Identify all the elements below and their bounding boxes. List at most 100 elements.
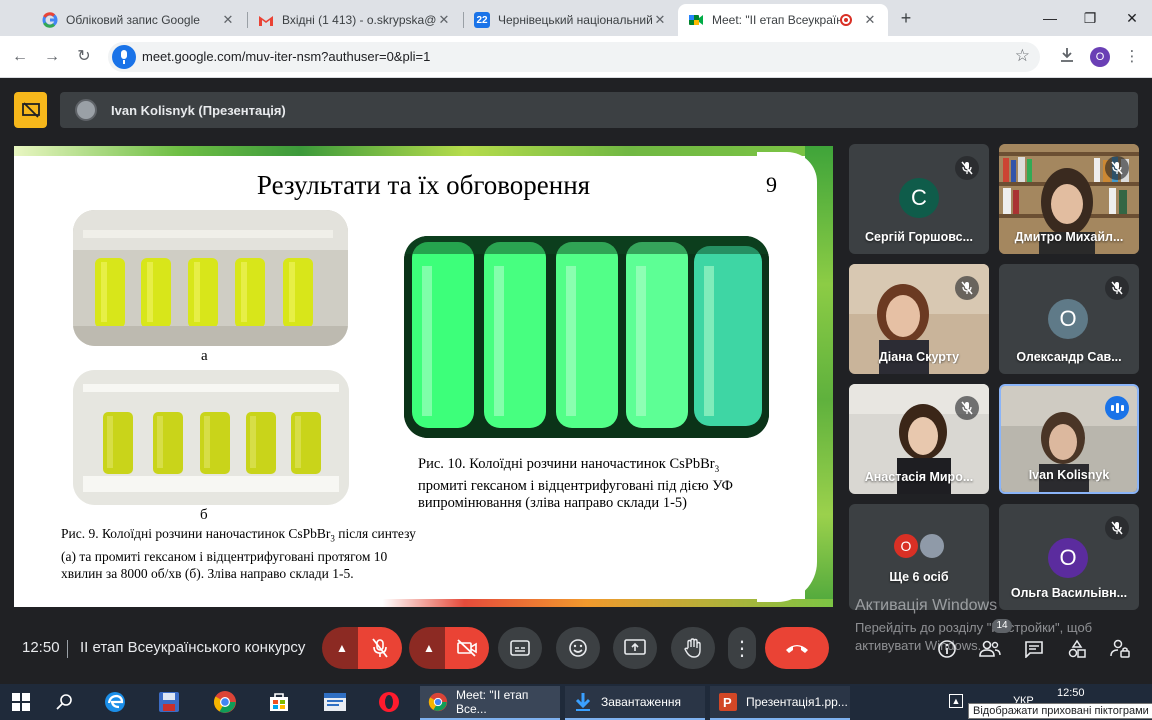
participant-tile[interactable]: Дмитро Михайл... (999, 144, 1139, 254)
participant-tile[interactable]: Діана Скурту (849, 264, 989, 374)
present-now-button[interactable] (613, 627, 657, 669)
bookmark-star-icon[interactable]: ☆ (1015, 46, 1030, 66)
avatar: С (899, 178, 939, 218)
participant-tile[interactable]: О Олександр Сав... (999, 264, 1139, 374)
tab-title: Meet: "ІІ етап Всеукраїнськ (712, 13, 840, 27)
leave-call-button[interactable] (765, 627, 829, 669)
recording-icon (840, 14, 852, 26)
system-clock[interactable]: 12:50 (1057, 687, 1085, 699)
chat-button[interactable] (1022, 637, 1046, 661)
opera-icon[interactable] (376, 690, 402, 714)
taskbar-app-powerpoint[interactable]: P Презентація1.pp... (710, 686, 850, 720)
participant-name: Анастасія Миро... (864, 470, 974, 484)
taskbar-app-label: Meet: "ІІ етап Все... (456, 688, 529, 716)
download-icon[interactable] (1057, 47, 1077, 67)
emoji-reaction-button[interactable] (556, 627, 600, 669)
participant-name: Ivan Kolisnyk (1028, 468, 1110, 482)
video-options-button[interactable]: ▲ (409, 627, 449, 669)
gmail-icon (258, 12, 274, 28)
save-disk-icon[interactable] (156, 690, 182, 714)
search-icon[interactable] (52, 690, 78, 714)
tab-google-account[interactable]: Обліковий запис Google ✕ (32, 4, 246, 36)
participant-tile[interactable]: О Ольга Васильівн... (999, 504, 1139, 610)
meet-icon (688, 12, 704, 28)
menu-icon[interactable]: ⋮ (1122, 47, 1142, 67)
windows-activation-title: Активація Windows (855, 597, 998, 614)
restore-button[interactable]: ❐ (1075, 8, 1105, 28)
info-icon (938, 640, 956, 658)
forward-button[interactable]: → (42, 47, 62, 67)
calendar-icon: 22 (474, 12, 490, 28)
caption-text: випромінювання (зліва направо склади 1-5… (418, 494, 687, 511)
close-icon[interactable]: ✕ (862, 12, 878, 28)
activities-button[interactable] (1065, 637, 1089, 661)
avatar: О (894, 534, 918, 558)
reload-button[interactable]: ↻ (74, 47, 94, 67)
mic-off-icon (1105, 156, 1129, 180)
microphone-icon[interactable] (112, 45, 136, 69)
photo-vials-a (73, 210, 348, 346)
show-hidden-icons-button[interactable]: ▲ (949, 694, 963, 708)
captions-icon (510, 640, 530, 656)
mic-off-icon (372, 638, 388, 658)
profile-avatar[interactable]: O (1090, 47, 1110, 67)
tab-title: Обліковий запис Google (66, 13, 200, 27)
host-controls-button[interactable] (1108, 637, 1132, 661)
meeting-clock: 12:50 (22, 639, 60, 656)
powerpoint-icon: P (719, 693, 737, 711)
camera-off-icon (457, 639, 477, 657)
explorer-icon[interactable] (322, 690, 348, 714)
presentation-slide: Результати та їх обговорення 9 а б Рис. … (14, 146, 833, 607)
microphone-toggle-button[interactable] (358, 627, 402, 669)
people-button[interactable] (978, 637, 1002, 661)
close-icon[interactable]: ✕ (652, 12, 668, 28)
participant-name: Олександр Сав... (1016, 350, 1122, 364)
avatar (75, 99, 97, 121)
more-options-button[interactable]: ⋮ (728, 627, 756, 669)
close-icon[interactable]: ✕ (220, 12, 236, 28)
presenter-name: Ivan Kolisnyk (Презентація) (111, 102, 286, 118)
more-vert-icon: ⋮ (732, 637, 752, 660)
windows-start-icon[interactable] (8, 690, 34, 714)
edge-icon[interactable] (102, 690, 128, 714)
slide-number: 9 (766, 172, 777, 197)
camera-toggle-button[interactable] (445, 627, 489, 669)
photo-vials-b (73, 370, 349, 505)
meeting-details-button[interactable] (935, 637, 959, 661)
participant-tile[interactable]: Анастасія Миро... (849, 384, 989, 494)
browser-toolbar: ← → ↻ meet.google.com/muv-iter-nsm?authu… (0, 36, 1152, 78)
participant-tile-active[interactable]: Ivan Kolisnyk (999, 384, 1139, 494)
tab-meet[interactable]: Meet: "ІІ етап Всеукраїнськ ✕ (678, 4, 888, 36)
audio-options-button[interactable]: ▲ (322, 627, 362, 669)
participant-name: Ольга Васильівн... (1010, 586, 1128, 600)
participant-name: Діана Скурту (878, 350, 960, 364)
taskbar-app-chrome[interactable]: Meet: "ІІ етап Все... (420, 686, 560, 720)
close-icon[interactable]: ✕ (436, 12, 452, 28)
tab-chnu[interactable]: 22 Чернівецький національний у ✕ (464, 4, 678, 36)
taskbar-app-downloads[interactable]: Завантаження (565, 686, 705, 720)
address-bar[interactable]: meet.google.com/muv-iter-nsm?authuser=0&… (108, 42, 1040, 72)
captions-button[interactable] (498, 627, 542, 669)
tab-gmail[interactable]: Вхідні (1 413) - o.skrypska@chn ✕ (248, 4, 462, 36)
tooltip: Відображати приховані піктограми (968, 703, 1152, 719)
divider (67, 640, 68, 658)
back-button[interactable]: ← (10, 47, 30, 67)
label-b: б (200, 507, 208, 523)
chrome-icon[interactable] (212, 690, 238, 714)
chrome-icon (428, 692, 448, 712)
minimize-button[interactable]: — (1035, 8, 1065, 28)
caption-text: (а) та промиті гексаном і відцентрифугов… (61, 548, 388, 564)
present-toggle-button[interactable] (14, 92, 47, 128)
photo-vials-uv (404, 236, 769, 438)
raise-hand-button[interactable] (671, 627, 715, 669)
figure-10-caption: Рис. 10. Колоїдні розчини наночастинок C… (418, 456, 778, 512)
browser-tab-bar: Обліковий запис Google ✕ Вхідні (1 413) … (0, 0, 1152, 36)
participant-tile[interactable]: С Сергій Горшовс... (849, 144, 989, 254)
more-participants-tile[interactable]: О Ще 6 осіб (849, 504, 989, 610)
url-text: meet.google.com/muv-iter-nsm?authuser=0&… (142, 49, 431, 64)
tab-title: Вхідні (1 413) - o.skrypska@chn (282, 13, 436, 27)
avatar: О (1048, 299, 1088, 339)
close-window-button[interactable]: ✕ (1117, 8, 1147, 28)
new-tab-button[interactable]: + (896, 8, 916, 28)
store-icon[interactable] (266, 690, 292, 714)
